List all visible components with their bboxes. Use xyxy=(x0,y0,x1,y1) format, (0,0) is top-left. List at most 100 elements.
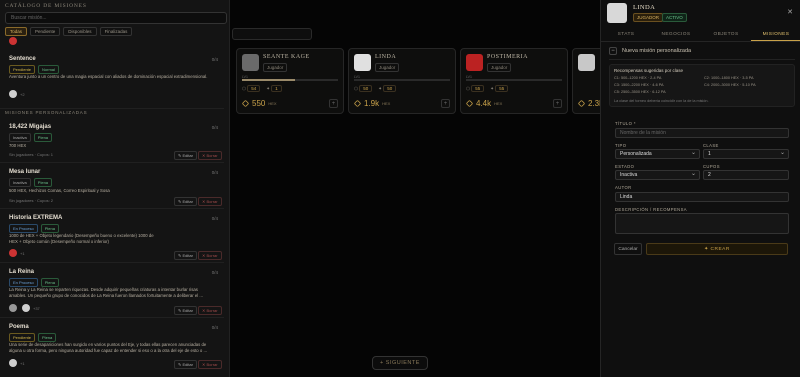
quest-slots: 0/4 xyxy=(211,57,218,62)
quest-item[interactable]: Historia EXTREMA 0/4 En Proceso Plena 10… xyxy=(0,210,224,263)
quest-description: 700 HEX xyxy=(9,143,27,148)
close-icon[interactable]: ✕ xyxy=(787,8,793,16)
role-badge: Jugador xyxy=(263,63,288,72)
player-stats: ⬡ 55 ✦ 55 xyxy=(466,85,509,92)
hex-icon xyxy=(465,99,474,108)
difficulty-badge: Plena xyxy=(33,133,53,142)
player-card[interactable]: POSTIMERIA Jugador LV1 ⬡ 55 ✦ 55 4.4k HEX … xyxy=(460,48,568,114)
difficulty-badge: Plena xyxy=(40,278,59,287)
collapse-icon[interactable]: − xyxy=(609,47,617,55)
players-count: Sin jugadores · Cupos: 2 xyxy=(9,198,54,203)
players-count: +1 xyxy=(20,361,25,366)
filter-available[interactable]: Disponibles xyxy=(63,27,97,36)
add-button[interactable]: + xyxy=(553,99,562,108)
gold-amount: 1.9k HEX xyxy=(353,99,390,108)
hex-icon xyxy=(353,99,362,108)
reco-note: La clase del torneo debería coincidir co… xyxy=(614,99,709,103)
quest-name: Historia EXTREMA xyxy=(9,215,63,221)
avatar xyxy=(607,3,627,23)
xp-bar xyxy=(354,79,450,81)
character-name: LINDA xyxy=(633,4,656,11)
quest-tags: Inactiva Plena xyxy=(9,133,53,142)
delete-button[interactable]: ✕ Borrar xyxy=(198,360,222,369)
quest-description: La Reina y La Reina se reparten riquezas… xyxy=(9,287,203,298)
reco-c1: C1: 500–1200 HEX · 2-4 PA xyxy=(614,76,662,80)
quest-tags: Pendiente Plena xyxy=(9,333,57,342)
type-select[interactable]: Personalizada xyxy=(615,149,700,159)
type-label: TIPO xyxy=(615,143,627,148)
difficulty-badge: Plena xyxy=(40,224,59,233)
filter-pending[interactable]: Pendiente xyxy=(30,27,61,36)
description-textarea[interactable] xyxy=(615,213,789,234)
player-card[interactable]: SEANTE KAGE Jugador LV1 ⬡ 54 ✦ 1 550 HEX + xyxy=(236,48,344,114)
tab-objetos[interactable]: OBJETOS xyxy=(701,28,751,41)
character-panel: LINDA JUGADOR ACTIVO ✕ STATS NEGOCIOS OB… xyxy=(600,0,800,377)
filter-bar: Todas Pendiente Disponibles Finalizadas xyxy=(5,27,133,36)
filter-finished[interactable]: Finalizadas xyxy=(99,27,133,36)
reco-c3: C3: 1500–2200 HEX · 4-6 PA xyxy=(614,83,664,87)
edit-button[interactable]: ✎ Editar xyxy=(174,306,197,315)
board-search-input[interactable] xyxy=(232,28,312,40)
role-badge: JUGADOR xyxy=(633,13,664,22)
delete-button[interactable]: ✕ Borrar xyxy=(198,306,222,315)
filter-all[interactable]: Todas xyxy=(5,27,28,36)
add-button[interactable]: + xyxy=(329,99,338,108)
new-quest-toggle[interactable]: − Nueva misión personalizada xyxy=(609,47,691,55)
description-label: DESCRIPCIÓN / RECOMPENSA xyxy=(615,207,687,212)
title-input[interactable]: Nombre de la misión xyxy=(615,128,789,138)
slots-input[interactable]: 2 xyxy=(703,170,789,180)
next-button[interactable]: + SIGUIENTE xyxy=(372,356,428,370)
edit-button[interactable]: ✎ Editar xyxy=(174,151,197,160)
difficulty-badge: Normal xyxy=(38,65,59,74)
role-badge: Jugador xyxy=(375,63,400,72)
player-card[interactable]: LINDA Jugador LV1 ⬡ 50 ✦ 50 1.9k HEX + xyxy=(348,48,456,114)
hex-icon xyxy=(577,99,586,108)
delete-button[interactable]: ✕ Borrar xyxy=(198,151,222,160)
delete-button[interactable]: ✕ Borrar xyxy=(198,197,222,206)
state-select[interactable]: Inactiva xyxy=(615,170,700,180)
author-input[interactable]: Linda xyxy=(615,192,789,202)
delete-button[interactable]: ✕ Borrar xyxy=(198,251,222,260)
player-name: POSTIMERIA xyxy=(487,54,529,60)
add-button[interactable]: + xyxy=(441,99,450,108)
players-count: +37 xyxy=(33,306,40,311)
tab-negocios[interactable]: NEGOCIOS xyxy=(651,28,701,41)
gold-amount: 4.4k HEX xyxy=(465,99,502,108)
avatar xyxy=(9,304,17,312)
quest-item[interactable]: Poema 0/4 Pendiente Plena Una serie de d… xyxy=(0,319,224,377)
edit-button[interactable]: ✎ Editar xyxy=(174,360,197,369)
edit-button[interactable]: ✎ Editar xyxy=(174,197,197,206)
reco-c5: C5: 2500–3500 HEX · 6-12 PA xyxy=(614,90,666,94)
player-stats: ⬡ 50 ✦ 50 xyxy=(354,85,397,92)
quest-slots: 0/4 xyxy=(211,325,218,330)
create-button[interactable]: ✦ CREAR xyxy=(646,243,788,255)
catalog-list[interactable]: Sentence 0/4 Pendiente Normal Aventura j… xyxy=(0,36,229,377)
quest-description: 1000 de HEX + Objeto legendario (Desempe… xyxy=(9,233,154,244)
quest-item[interactable]: Sentence 0/4 Pendiente Normal Aventura j… xyxy=(0,48,224,109)
quest-name: Mesa lunar xyxy=(9,169,41,175)
player-stats: ⬡ 54 ✦ 1 xyxy=(242,85,282,92)
gold-amount: 550 HEX xyxy=(241,99,277,108)
quest-slots: 0/4 xyxy=(211,170,218,175)
tab-stats[interactable]: STATS xyxy=(601,28,651,41)
quest-item[interactable]: La Reina 0/4 En Proceso Plena La Reina y… xyxy=(0,264,224,318)
edit-button[interactable]: ✎ Editar xyxy=(174,251,197,260)
tab-misiones[interactable]: MISIONES xyxy=(751,28,800,41)
quest-tags: Inactiva Plena xyxy=(9,178,53,187)
section-title: MISIONES PERSONALIZADAS xyxy=(5,110,88,115)
class-select[interactable]: 1 xyxy=(703,149,789,159)
scrollbar[interactable] xyxy=(229,280,230,370)
class-label: CLASE xyxy=(703,143,719,148)
quest-item[interactable]: Mesa lunar 0/4 Inactiva Plena 500 HEX, H… xyxy=(0,164,224,209)
player-name: SEANTE KAGE xyxy=(263,54,310,60)
xp-bar xyxy=(242,79,338,81)
quest-slots: 0/4 xyxy=(211,125,218,130)
status-badge: En Proceso xyxy=(9,278,38,287)
avatar xyxy=(242,54,259,71)
quest-item[interactable]: 18,422 Migajas 0/4 Inactiva Plena 700 HE… xyxy=(0,119,224,163)
status-badge: Pendiente xyxy=(9,333,36,342)
catalog-search-input[interactable]: Buscar misión... xyxy=(5,12,227,24)
cancel-button[interactable]: Cancelar xyxy=(614,243,642,255)
panel-header: LINDA JUGADOR ACTIVO ✕ xyxy=(601,0,800,28)
difficulty-badge: Plena xyxy=(38,333,57,342)
